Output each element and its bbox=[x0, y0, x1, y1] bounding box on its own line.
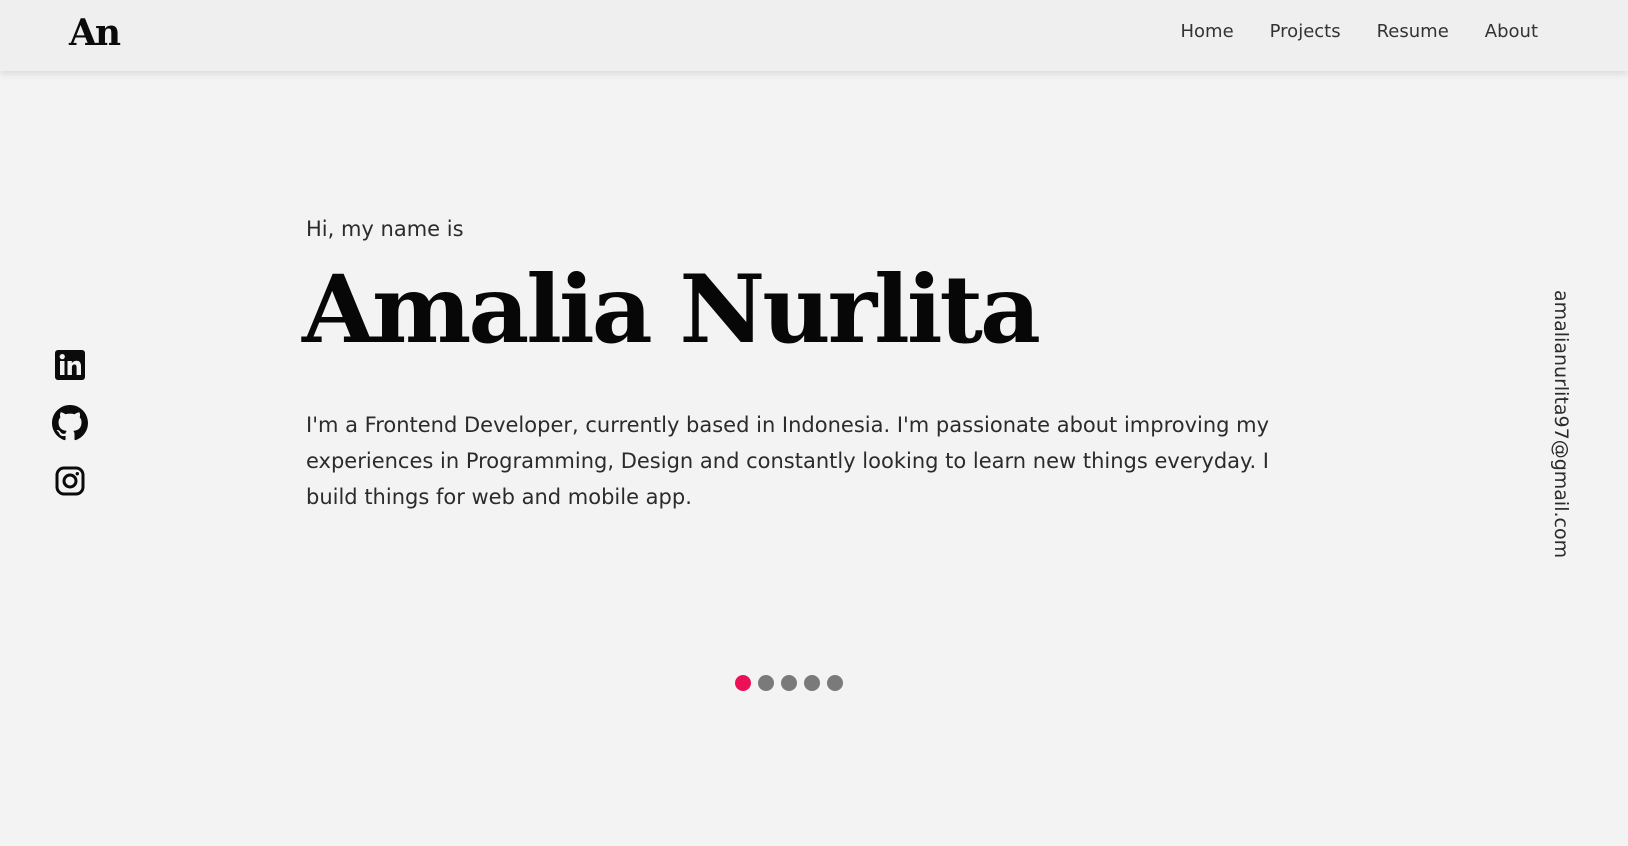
nav-link-about[interactable]: About bbox=[1485, 21, 1538, 42]
site-logo[interactable]: An bbox=[69, 12, 121, 54]
instagram-link[interactable] bbox=[52, 465, 88, 501]
github-link[interactable] bbox=[52, 405, 88, 445]
linkedin-icon bbox=[54, 349, 86, 385]
hero-name: Amalia Nurlita bbox=[302, 255, 1041, 365]
email-rail: amalianurlita97@gmail.com bbox=[1536, 290, 1572, 558]
linkedin-link[interactable] bbox=[52, 349, 88, 385]
hero-bio: I'm a Frontend Developer, currently base… bbox=[306, 413, 1270, 509]
email-link[interactable]: amalianurlita97@gmail.com bbox=[1550, 290, 1572, 558]
nav-link-resume[interactable]: Resume bbox=[1377, 21, 1449, 42]
carousel-dot[interactable] bbox=[781, 675, 797, 691]
instagram-icon bbox=[54, 465, 86, 501]
social-links bbox=[52, 349, 88, 501]
carousel-dot[interactable] bbox=[735, 675, 751, 691]
carousel-dot[interactable] bbox=[827, 675, 843, 691]
carousel-dot[interactable] bbox=[804, 675, 820, 691]
nav-link-projects[interactable]: Projects bbox=[1270, 21, 1341, 42]
hero-section: Hi, my name is Amalia Nurlita I'm a Fron… bbox=[0, 71, 1628, 846]
nav-menu: Home Projects Resume About bbox=[1180, 21, 1538, 42]
github-icon bbox=[52, 405, 88, 445]
carousel-indicators bbox=[735, 675, 843, 691]
carousel-dot[interactable] bbox=[758, 675, 774, 691]
nav-link-home[interactable]: Home bbox=[1180, 21, 1233, 42]
navbar: An Home Projects Resume About bbox=[0, 0, 1628, 71]
hero-greeting: Hi, my name is bbox=[306, 217, 464, 241]
